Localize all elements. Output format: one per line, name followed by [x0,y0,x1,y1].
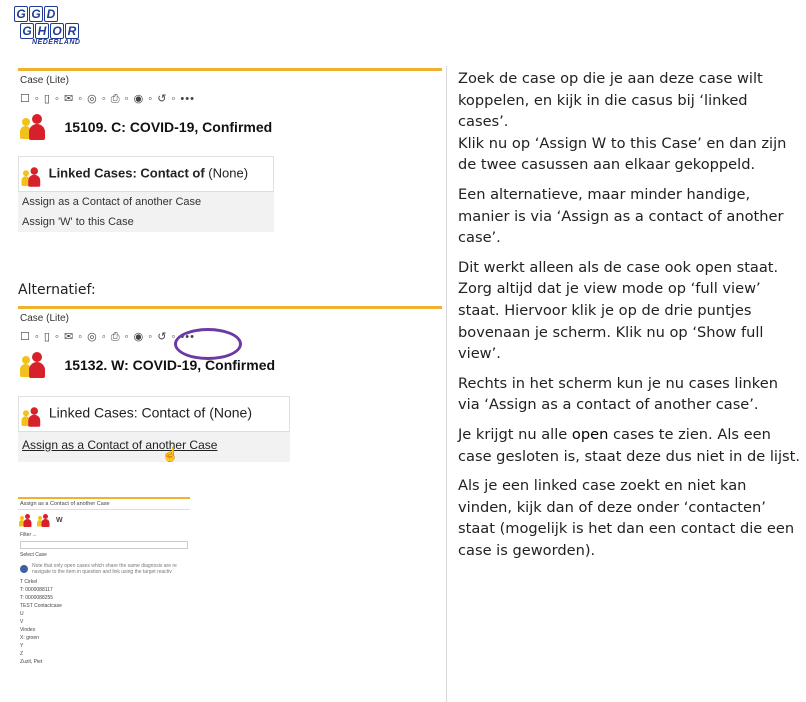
assign-contact-link[interactable]: Assign as a Contact of another Case [18,192,274,212]
instruction-paragraph: Dit werkt alleen als de case ook open st… [458,258,779,363]
case-list-item[interactable]: T Cirkel [18,578,190,586]
assign-dialog-screenshot: Assign as a Contact of another Case W Fi… [18,497,190,700]
case-list-item[interactable]: TEST Contactcase [18,602,190,610]
highlight-ellipse [174,328,242,360]
linked-cases-box: Linked Cases: Contact of (None) Assign a… [18,396,290,462]
linked-cases-header: Linked Cases: Contact of (None) [18,396,290,431]
linked-cases-value: (None) [208,165,249,181]
instruction-text-p6a: Je krijgt nu alle [458,425,572,443]
instruction-text-p2: Klik nu op ‘Assign W to this Case’ en da… [458,134,787,174]
dialog-note-text: Note that only open cases which share th… [32,563,177,575]
case-list-item[interactable]: T: 0000088117 [18,586,190,594]
instruction-text-p1: Zoek de case op die je aan deze case wil… [458,70,763,131]
case-header: 15109. C: COVID-19, Confirmed [18,106,442,148]
assign-contact-link[interactable]: Assign as a Contact of another Case [22,438,217,452]
instruction-text: Zoek de case op die je aan deze case wil… [458,68,800,569]
linked-actions: Assign as a Contact of another Case ☝ [18,431,290,462]
hand-cursor-icon: ☝ [161,446,180,462]
linked-cases-value: (None) [209,404,252,421]
instruction-paragraph: Je krijgt nu alle open cases te zien. Al… [458,424,800,467]
logo-letter: H [35,23,49,39]
logo-letter: D [44,6,58,22]
assign-w-link[interactable]: Assign 'W' to this Case [18,212,274,232]
logo-letter: G [29,6,43,22]
case-list-item[interactable]: Zuzit, Piet [18,658,190,666]
logo-letter: G [14,6,28,22]
case-list-item[interactable]: X: groen [18,634,190,642]
instruction-paragraph: Zoek de case op die je aan deze case wil… [458,68,800,176]
dialog-note: Note that only open cases which share th… [18,560,190,578]
dialog-case-row: W [18,510,190,530]
logo-letter: G [20,23,34,39]
linked-cases-box: Linked Cases: Contact of (None) Assign a… [18,156,274,232]
select-case-label: Select Case [20,552,47,558]
filter-label: Filter ... [20,532,37,538]
linked-avatar-icon [21,406,41,427]
case-list-item[interactable]: Z [18,650,190,658]
logo-subtitle: NEDERLAND [32,39,81,46]
screenshot-panel-1: Case (Lite) ☐ ◦ ▯ ◦ ✉ ◦ ◎ ◦ ⎙ ◦ ◉ ◦ ↺ ◦ … [18,68,442,263]
column-divider [446,66,447,702]
case-list-item[interactable]: Y [18,642,190,650]
linked-avatar-icon [21,166,41,187]
panel-header: Case (Lite) [20,75,69,86]
case-title: 15109. C: COVID-19, Confirmed [64,119,273,135]
instruction-paragraph: Rechts in het scherm kun je nu cases lin… [458,374,778,414]
logo-letter: R [65,23,79,39]
linked-cases-label: Linked Cases: Contact of [48,165,205,181]
logo-letter: O [50,23,64,39]
linked-actions: Assign as a Contact of another Case Assi… [18,191,274,232]
case-list-item[interactable]: T: 0000088255 [18,594,190,602]
linked-cases-header: Linked Cases: Contact of (None) [18,156,274,191]
filter-input[interactable] [20,541,188,549]
instruction-text-open: open [571,425,609,443]
dialog-avatar-icon [19,513,32,527]
dialog-avatar-icon [37,513,50,527]
case-avatar-icon [20,112,52,142]
ggd-ghor-logo: G G D G H O R NEDERLAND [14,6,94,54]
case-list-item[interactable]: U [18,610,190,618]
case-list: T Cirkel T: 0000088117 T: 0000088255 TES… [18,578,190,666]
panel-header: Case (Lite) [20,313,69,324]
case-avatar-icon [20,350,52,380]
linked-cases-label: Linked Cases: Contact of [48,404,206,421]
case-title: 15132. W: COVID-19, Confirmed [64,357,276,373]
case-list-item[interactable]: V [18,618,190,626]
dialog-title: Assign as a Contact of another Case [18,499,190,510]
instruction-paragraph: Als je een linked case zoekt en niet kan… [458,477,795,559]
info-icon [20,565,28,573]
case-list-item[interactable]: Vindex [18,626,190,634]
dialog-case-label: W [56,516,63,524]
case-toolbar[interactable]: ☐ ◦ ▯ ◦ ✉ ◦ ◎ ◦ ⎙ ◦ ◉ ◦ ↺ ◦ ••• [18,86,442,106]
instruction-paragraph: Een alternatieve, maar minder handige, m… [458,185,784,247]
alternative-label: Alternatief: [18,282,96,298]
